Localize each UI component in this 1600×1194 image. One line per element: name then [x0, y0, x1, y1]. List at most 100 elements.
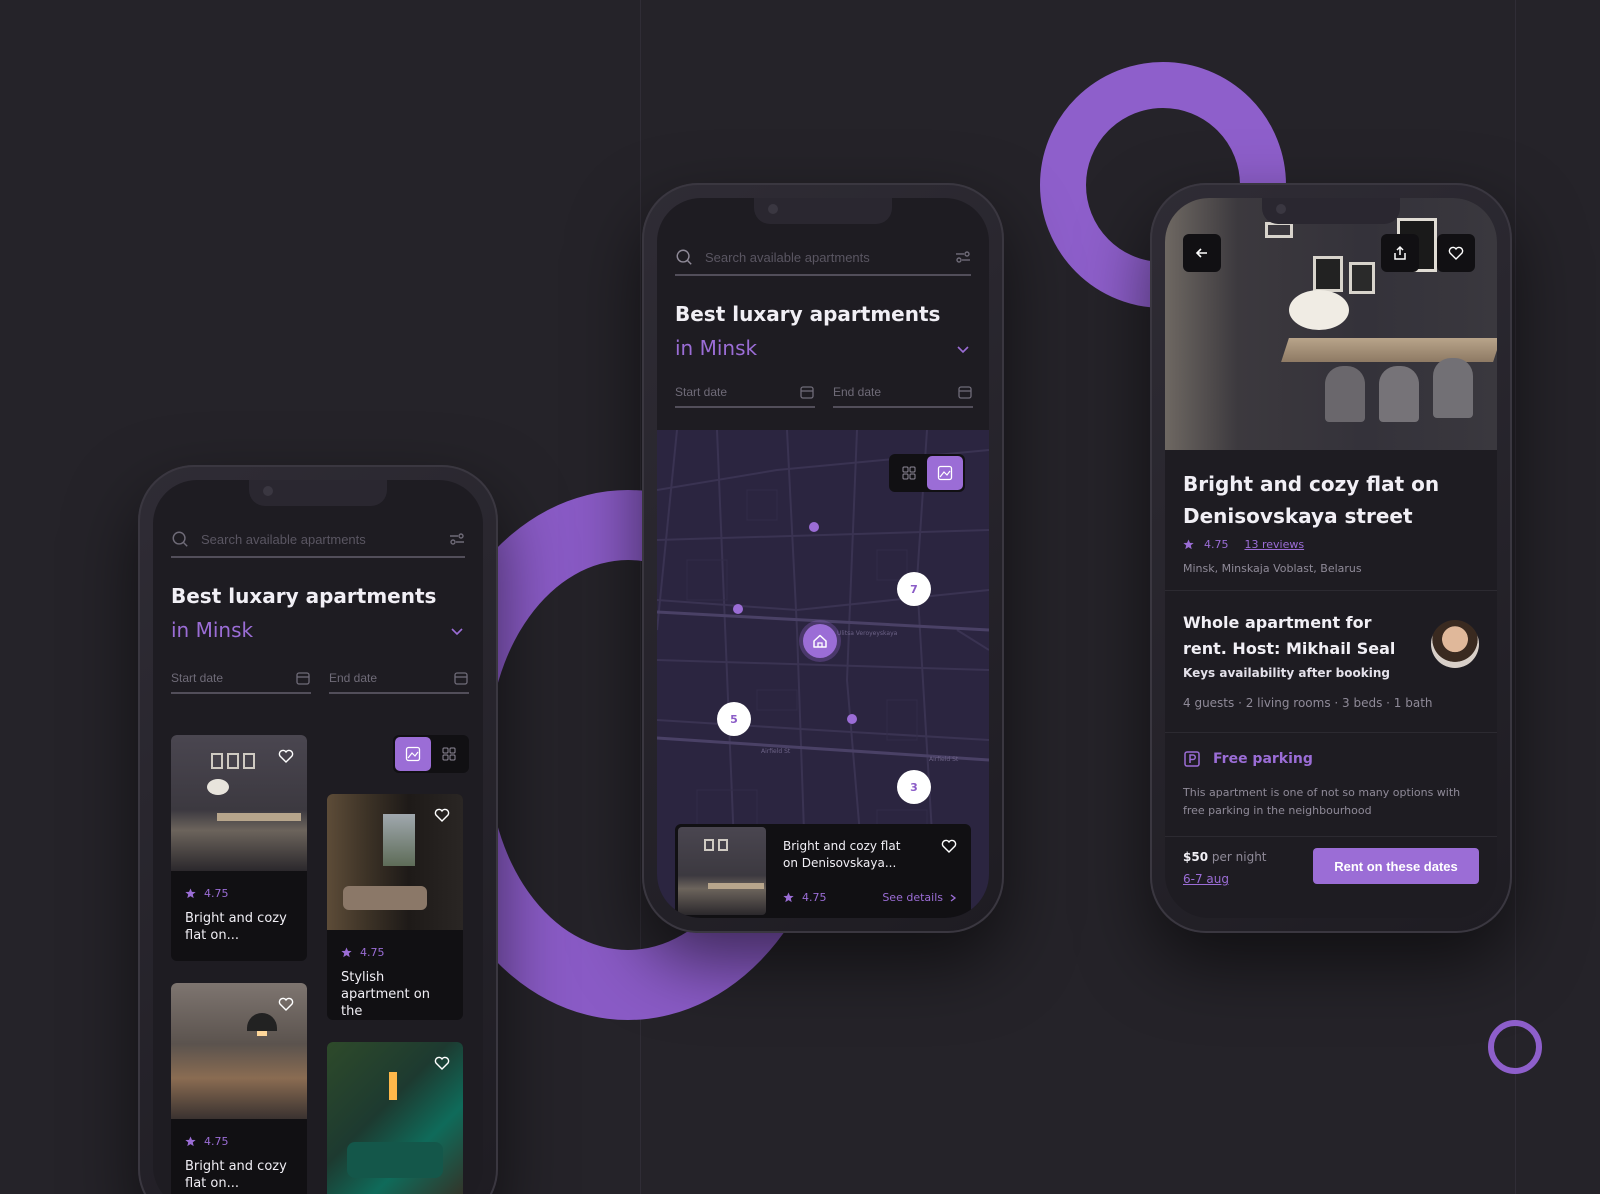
heart-icon[interactable]: [433, 806, 451, 824]
filter-icon[interactable]: [449, 531, 465, 547]
page-title: Best luxary apartments: [675, 302, 941, 326]
map-icon: [937, 465, 953, 481]
rating-value: 4.75: [204, 1135, 229, 1148]
reviews-link[interactable]: 13 reviews: [1245, 538, 1305, 551]
rent-button[interactable]: Rent on these dates: [1313, 848, 1479, 884]
star-icon: [185, 888, 196, 899]
map-cluster[interactable]: 7: [897, 572, 931, 606]
rating: 4.75: [341, 946, 463, 959]
street-label: Airfield St: [929, 756, 959, 763]
chevron-down-icon[interactable]: [955, 341, 971, 357]
map-icon: [405, 746, 421, 762]
view-toggle: [393, 735, 469, 773]
map-view-button[interactable]: [395, 737, 431, 771]
map-pin[interactable]: [733, 604, 743, 614]
selected-dates-link[interactable]: 6-7 aug: [1183, 872, 1229, 886]
filter-icon[interactable]: [955, 249, 971, 265]
apartment-photo: [171, 735, 307, 871]
end-date-placeholder: End date: [329, 671, 378, 685]
map-cluster[interactable]: 5: [717, 702, 751, 736]
rating-value: 4.75: [1204, 538, 1229, 551]
see-details-link[interactable]: See details: [882, 891, 957, 904]
page-title: Best luxary apartments: [171, 584, 437, 608]
selected-apartment-pin[interactable]: [803, 624, 837, 658]
grid-view-button[interactable]: [431, 737, 467, 771]
decorative-ring-small: [1488, 1020, 1542, 1074]
price-block: $50 per night: [1183, 850, 1267, 864]
list-screen: Best luxary apartments in Minsk Start da…: [153, 480, 483, 1194]
price-unit: per night: [1211, 850, 1267, 864]
map-cluster[interactable]: 3: [897, 770, 931, 804]
detail-screen: Bright and cozy flat on Denisovskaya str…: [1165, 198, 1497, 918]
phone-notch: [754, 198, 892, 224]
share-button[interactable]: [1381, 234, 1419, 272]
start-date-field[interactable]: Start date: [675, 378, 815, 408]
heart-icon[interactable]: [277, 995, 295, 1013]
search-bar[interactable]: [171, 522, 465, 558]
calendar-icon: [958, 386, 972, 399]
heart-icon: [1448, 246, 1464, 260]
star-icon: [1183, 539, 1194, 550]
host-avatar[interactable]: [1431, 620, 1479, 668]
section-divider: [1165, 590, 1497, 591]
search-bar[interactable]: [675, 240, 971, 276]
apartment-photo: [327, 1042, 463, 1194]
list-item[interactable]: 4.75 Stylish apartment on the: [327, 794, 463, 1020]
rating-value: 4.75: [802, 891, 827, 904]
map-pin[interactable]: [847, 714, 857, 724]
rating-row: 4.75 13 reviews: [1183, 538, 1304, 551]
heart-icon[interactable]: [941, 838, 957, 854]
search-icon: [676, 249, 692, 265]
list-item[interactable]: 4.75 Bright and cozy flat on...: [171, 735, 307, 961]
apartment-photo: [678, 827, 766, 915]
view-toggle: [889, 454, 965, 492]
parking-title: Free parking: [1213, 751, 1313, 767]
location-text: Minsk, Minskaja Voblast, Belarus: [1183, 562, 1362, 575]
start-date-field[interactable]: Start date: [171, 664, 311, 694]
street-label: Ulitsa Veroyeyskaya: [837, 630, 898, 637]
price-value: $50: [1183, 850, 1209, 864]
listing-title: Bright and cozy flat on...: [185, 911, 287, 943]
heart-icon[interactable]: [277, 747, 295, 765]
map-pin[interactable]: [809, 522, 819, 532]
home-icon: [813, 634, 827, 648]
host-title: Whole apartment for rent. Host: Mikhail …: [1183, 613, 1396, 658]
city-selector[interactable]: in Minsk: [675, 336, 757, 360]
list-item[interactable]: [327, 1042, 463, 1194]
preview-title: Bright and cozy flat on Denisovskaya...: [783, 839, 901, 870]
chevron-down-icon[interactable]: [449, 623, 465, 639]
city-selector[interactable]: in Minsk: [171, 618, 253, 642]
apartment-preview-card[interactable]: Bright and cozy flat on Denisovskaya... …: [675, 824, 971, 918]
share-icon: [1394, 245, 1406, 260]
heart-icon[interactable]: [433, 1054, 451, 1072]
search-input[interactable]: [201, 531, 449, 547]
back-button[interactable]: [1183, 234, 1221, 272]
end-date-field[interactable]: End date: [833, 378, 973, 408]
calendar-icon: [454, 672, 468, 685]
map-view-button[interactable]: [927, 456, 963, 490]
start-date-placeholder: Start date: [675, 385, 728, 399]
star-icon: [783, 892, 794, 903]
grid-view-button[interactable]: [891, 456, 927, 490]
favorite-button[interactable]: [1437, 234, 1475, 272]
phone-detail-view: Bright and cozy flat on Denisovskaya str…: [1150, 183, 1512, 933]
start-date-placeholder: Start date: [171, 671, 224, 685]
search-input[interactable]: [705, 249, 955, 265]
back-arrow-icon: [1195, 248, 1207, 258]
listing-title: Bright and cozy flat on...: [185, 1159, 287, 1191]
chevron-right-icon: [950, 893, 957, 902]
grid-icon: [442, 747, 456, 761]
phone-notch: [249, 480, 387, 506]
apartment-photo: [327, 794, 463, 930]
apartment-photo: [171, 983, 307, 1119]
rating-value: 4.75: [204, 887, 229, 900]
keys-availability: Keys availability after booking: [1183, 666, 1390, 680]
rating: 4.75: [185, 887, 307, 900]
map-area[interactable]: Ulitsa Veroyeyskaya Airfield St Airfield…: [657, 430, 989, 918]
phone-map-view: Best luxary apartments in Minsk Start da…: [642, 183, 1004, 933]
see-details-label: See details: [882, 891, 943, 904]
list-item[interactable]: 4.75 Bright and cozy flat on...: [171, 983, 307, 1194]
apartment-specs: 4 guests · 2 living rooms · 3 beds · 1 b…: [1183, 696, 1433, 710]
background-divider-line: [1515, 0, 1516, 1194]
end-date-field[interactable]: End date: [329, 664, 469, 694]
